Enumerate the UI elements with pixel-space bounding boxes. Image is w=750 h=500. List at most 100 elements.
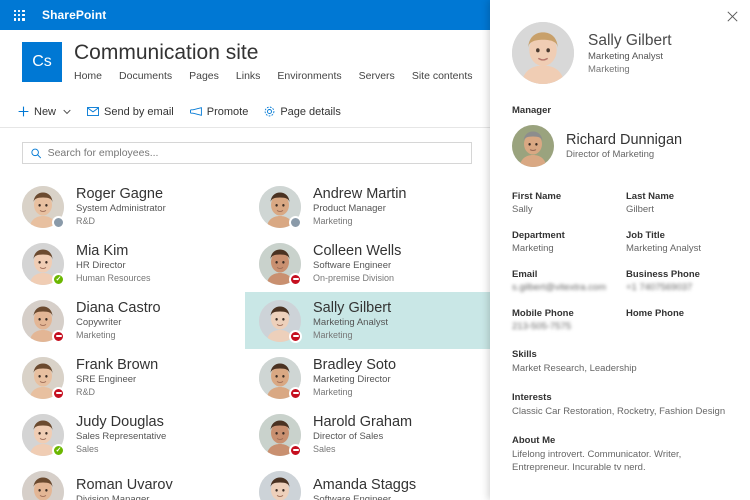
manager-name: Richard Dunnigan [566, 131, 682, 149]
avatar [259, 186, 301, 228]
avatar: ✓ [22, 414, 64, 456]
presence-badge-busy [289, 273, 302, 286]
employee-card[interactable]: Colleen WellsSoftware EngineerOn-premise… [245, 235, 490, 292]
employee-department: R&D [76, 386, 158, 398]
employee-department: Sales [76, 443, 166, 455]
search-icon [31, 148, 42, 159]
profile-field-mobile-phone: Mobile Phone 213-505-7575 [512, 308, 618, 332]
profile-blocks: SkillsMarket Research, Leadership Interes… [512, 349, 732, 474]
nav-item-pages[interactable]: Pages [189, 70, 219, 82]
presence-badge-busy [289, 444, 302, 457]
nav-item-servers[interactable]: Servers [359, 70, 395, 82]
employee-department: On-premise Division [313, 272, 401, 284]
presence-badge-busy [52, 330, 65, 343]
manager-card[interactable]: Richard Dunnigan Director of Marketing [512, 125, 732, 167]
page-details-button[interactable]: Page details [264, 106, 341, 118]
nav-item-site-contents[interactable]: Site contents [412, 70, 473, 82]
field-label: Business Phone [626, 269, 732, 280]
avatar [22, 300, 64, 342]
promote-label: Promote [207, 106, 249, 118]
nav-item-environments[interactable]: Environments [277, 70, 341, 82]
page-details-label: Page details [280, 106, 341, 118]
send-by-email-label: Send by email [104, 106, 174, 118]
presence-badge-available: ✓ [52, 273, 65, 286]
avatar [259, 243, 301, 285]
new-button[interactable]: New [18, 106, 71, 118]
employee-department: R&D [76, 215, 166, 227]
employee-title: Product Manager [313, 203, 406, 215]
avatar: ✓ [259, 471, 301, 500]
plus-icon [18, 106, 29, 117]
person-name: Sally Gilbert [588, 31, 672, 50]
new-label: New [34, 106, 56, 118]
field-value: 213-505-7575 [512, 321, 618, 332]
nav-item-home[interactable]: Home [74, 70, 102, 82]
person-title: Marketing Analyst [588, 50, 672, 63]
profile-field-email: Emails.gilbert@vitextra.com [512, 269, 618, 293]
field-label: Home Phone [626, 308, 732, 319]
employee-name: Frank Brown [76, 357, 158, 374]
block-label: About Me [512, 435, 732, 446]
employee-department: Human Resources [76, 272, 151, 284]
presence-badge-busy [289, 330, 302, 343]
search-input[interactable] [48, 147, 463, 159]
suite-app-name[interactable]: SharePoint [42, 8, 106, 22]
app-launcher-icon[interactable] [8, 0, 30, 30]
manager-title: Director of Marketing [566, 149, 682, 161]
person-detail-panel: Sally Gilbert Marketing Analyst Marketin… [490, 0, 750, 500]
sharepoint-page: SharePoint Cs Communication site HomeDoc… [0, 0, 750, 500]
employee-card[interactable]: Harold GrahamDirector of SalesSales [245, 406, 490, 463]
employee-department: Marketing [313, 215, 406, 227]
employee-name: Bradley Soto [313, 357, 396, 374]
employee-row: Roger GagneSystem AdministratorR&DAndrew… [0, 178, 490, 235]
employee-card[interactable]: ✓Judy DouglasSales RepresentativeSales [0, 406, 245, 463]
employee-card[interactable]: Roger GagneSystem AdministratorR&D [0, 178, 245, 235]
employee-card[interactable]: ✓Roman UvarovDivision Manager [0, 463, 245, 500]
employee-row: Diana CastroCopywriterMarketingSally Gil… [0, 292, 490, 349]
employee-card[interactable]: ✓Amanda StaggsSoftware Engineer [245, 463, 490, 500]
employee-row: ✓Mia KimHR DirectorHuman ResourcesCollee… [0, 235, 490, 292]
field-label: Mobile Phone [512, 308, 618, 319]
search-box[interactable] [22, 142, 472, 164]
close-icon[interactable] [722, 6, 742, 26]
employee-name: Roger Gagne [76, 186, 166, 203]
block-value: Lifelong introvert. Communicator. Writer… [512, 448, 732, 474]
block-value: Classic Car Restoration, Rocketry, Fashi… [512, 405, 732, 418]
send-by-email-button[interactable]: Send by email [87, 106, 174, 118]
employee-card[interactable]: ✓Mia KimHR DirectorHuman Resources [0, 235, 245, 292]
profile-block-interests: InterestsClassic Car Restoration, Rocket… [512, 392, 732, 418]
employee-card[interactable]: Frank BrownSRE EngineerR&D [0, 349, 245, 406]
presence-badge-busy [289, 387, 302, 400]
employee-name: Colleen Wells [313, 243, 401, 260]
profile-block-skills: SkillsMarket Research, Leadership [512, 349, 732, 375]
employee-name: Harold Graham [313, 414, 412, 431]
presence-badge-available: ✓ [52, 444, 65, 457]
avatar [259, 300, 301, 342]
employee-title: Software Engineer [313, 494, 416, 500]
profile-field-last-name: Last NameGilbert [626, 191, 732, 215]
field-value: +1 7407569037 [626, 282, 732, 293]
employee-title: HR Director [76, 260, 151, 272]
field-label: Department [512, 230, 618, 241]
profile-field-department: DepartmentMarketing [512, 230, 618, 254]
nav-item-links[interactable]: Links [236, 70, 261, 82]
employee-name: Sally Gilbert [313, 300, 391, 317]
employee-card[interactable]: Diana CastroCopywriterMarketing [0, 292, 245, 349]
avatar [22, 357, 64, 399]
employee-card[interactable]: Sally GilbertMarketing AnalystMarketing [245, 292, 490, 349]
field-value: Sally [512, 204, 618, 215]
promote-button[interactable]: Promote [190, 106, 249, 118]
page-title: Communication site [74, 40, 508, 66]
panel-hero: Sally Gilbert Marketing Analyst Marketin… [490, 0, 750, 84]
nav-item-documents[interactable]: Documents [119, 70, 172, 82]
field-label: Last Name [626, 191, 732, 202]
profile-fields: First NameSallyLast NameGilbertDepartmen… [512, 191, 732, 332]
employee-title: System Administrator [76, 203, 166, 215]
person-department: Marketing [588, 63, 672, 76]
employee-title: Software Engineer [313, 260, 401, 272]
employee-card[interactable]: Bradley SotoMarketing DirectorMarketing [245, 349, 490, 406]
mail-icon [87, 107, 99, 116]
employee-card[interactable]: Andrew MartinProduct ManagerMarketing [245, 178, 490, 235]
employee-title: SRE Engineer [76, 374, 158, 386]
employee-title: Sales Representative [76, 431, 166, 443]
